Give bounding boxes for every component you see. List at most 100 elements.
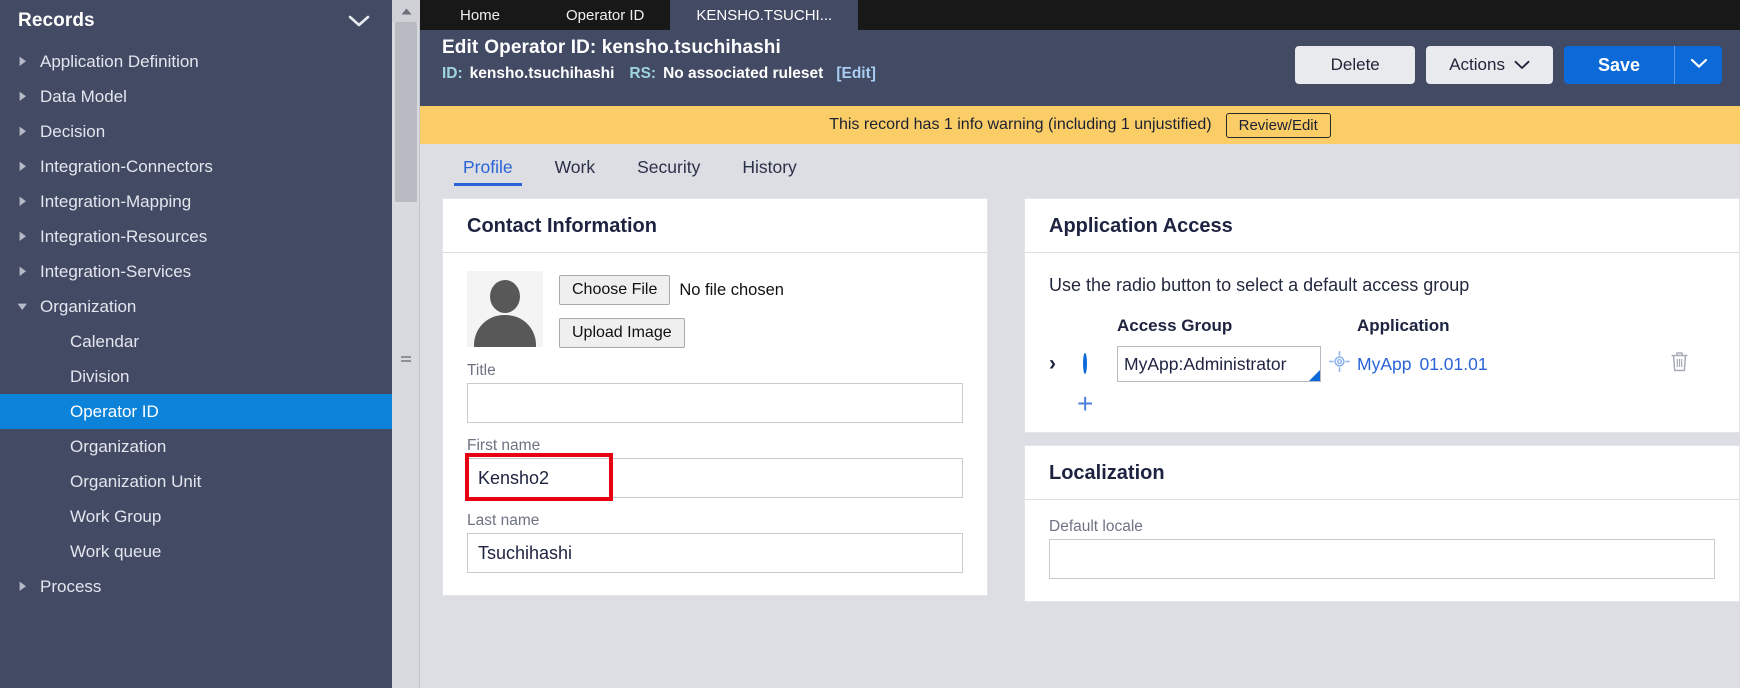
edit-ruleset-link[interactable]: [Edit] <box>836 65 876 83</box>
page-scrollbar[interactable] <box>392 0 420 688</box>
window-tab-kensho-tsuchi-[interactable]: KENSHO.TSUCHI... <box>670 0 859 30</box>
tab-label: Work <box>554 157 596 177</box>
chevron-down-icon[interactable] <box>348 15 370 27</box>
sidebar-item-integration-services[interactable]: Integration-Services <box>0 254 392 289</box>
tab-label: Security <box>637 157 701 177</box>
save-dropdown-caret[interactable] <box>1674 46 1722 84</box>
review-edit-button[interactable]: Review/Edit <box>1225 112 1331 138</box>
sidebar-item-label: Integration-Mapping <box>40 191 192 211</box>
field-first-name: First name Kensho2 <box>465 437 963 501</box>
chevron-right-icon[interactable]: › <box>1049 352 1056 375</box>
record-kind: Operator ID: kensho.tsuchihashi <box>484 37 781 58</box>
scrollbar-thumb[interactable] <box>395 22 417 202</box>
sidebar-item-label: Decision <box>40 121 106 141</box>
field-corner-marker-icon <box>1309 370 1320 381</box>
window-tab-label: Home <box>459 6 500 24</box>
form-content: Contact Information Choose File No file … <box>420 186 1740 688</box>
id-label: ID: <box>442 65 463 82</box>
choose-file-line: Choose File No file chosen <box>559 275 784 305</box>
sidebar-item-label: Data Model <box>40 86 127 106</box>
contact-card-body: Choose File No file chosen Upload Image … <box>443 253 987 595</box>
ruleset-value: No associated ruleset <box>663 65 824 82</box>
column-header-application: Application <box>1357 316 1450 335</box>
tab-label: Profile <box>463 157 513 177</box>
app-root: Records Application Definition Data Model… <box>0 0 1740 688</box>
sidebar-item-division[interactable]: Division <box>0 359 392 394</box>
contact-card-header: Contact Information <box>443 199 987 253</box>
tab-history[interactable]: History <box>721 157 817 186</box>
caret-right-icon <box>12 161 32 172</box>
window-tab-label: Operator ID <box>566 6 645 24</box>
target-icon[interactable] <box>1329 351 1350 376</box>
input-last-name[interactable]: Tsuchihashi <box>467 533 963 573</box>
sidebar-item-work-queue[interactable]: Work queue <box>0 534 392 569</box>
sidebar-item-process[interactable]: Process <box>0 569 392 604</box>
access-group-input[interactable]: MyApp:Administrator <box>1117 346 1321 382</box>
sidebar-item-work-group[interactable]: Work Group <box>0 499 392 534</box>
field-label: Last name <box>467 512 540 529</box>
left-column: Contact Information Choose File No file … <box>420 198 988 688</box>
sidebar-item-integration-connectors[interactable]: Integration-Connectors <box>0 149 392 184</box>
actions-button-label: Actions <box>1449 55 1505 74</box>
sidebar-item-calendar[interactable]: Calendar <box>0 324 392 359</box>
window-tab-home[interactable]: Home <box>420 0 540 30</box>
main-area: Home Operator ID KENSHO.TSUCHI... Edit Oper… <box>420 0 1740 688</box>
sidebar-header: Records <box>0 0 392 38</box>
caret-down-icon <box>12 302 32 311</box>
warning-text: This record has 1 info warning (includin… <box>829 116 1212 133</box>
application-access-note: Use the radio button to select a default… <box>1049 275 1470 295</box>
splitter-grip[interactable] <box>401 356 411 365</box>
tab-label: History <box>742 157 797 177</box>
sidebar-item-decision[interactable]: Decision <box>0 114 392 149</box>
save-button[interactable]: Save <box>1563 46 1674 84</box>
ruleset-label: RS: <box>629 65 657 82</box>
caret-right-icon <box>12 56 32 67</box>
default-locale-label: Default locale <box>1049 518 1143 535</box>
sidebar-item-organization-unit[interactable]: Organization Unit <box>0 464 392 499</box>
sidebar-item-integration-resources[interactable]: Integration-Resources <box>0 219 392 254</box>
application-access-header: Application Access <box>1025 199 1739 253</box>
sidebar-item-organization[interactable]: Organization <box>0 289 392 324</box>
contact-information-card: Contact Information Choose File No file … <box>442 198 988 596</box>
sidebar-item-label: Process <box>40 576 102 596</box>
record-header: Edit Operator ID: kensho.tsuchihashi ID: … <box>420 30 1740 106</box>
default-access-group-radio[interactable] <box>1083 353 1087 374</box>
sidebar-item-data-model[interactable]: Data Model <box>0 79 392 114</box>
user-avatar-icon <box>467 271 543 347</box>
column-header-access-group: Access Group <box>1117 316 1233 335</box>
tab-profile[interactable]: Profile <box>442 157 534 186</box>
application-link[interactable]: MyApp <box>1357 354 1411 374</box>
scroll-up-arrow-icon[interactable] <box>392 0 420 22</box>
tab-security[interactable]: Security <box>616 157 721 186</box>
upload-image-button[interactable]: Upload Image <box>559 318 685 348</box>
sidebar-item-application-definition[interactable]: Application Definition <box>0 44 392 79</box>
delete-button[interactable]: Delete <box>1295 46 1416 84</box>
plus-icon[interactable]: + <box>1077 388 1093 419</box>
input-title[interactable] <box>467 383 963 423</box>
access-group-row: › MyApp:Administrator MyApp 01.01.01 <box>1049 346 1715 382</box>
caret-right-icon <box>12 196 32 207</box>
choose-file-button[interactable]: Choose File <box>559 275 671 305</box>
sidebar-title: Records <box>18 10 95 31</box>
field-last-name: Last name Tsuchihashi <box>467 512 963 573</box>
tab-work[interactable]: Work <box>534 157 617 186</box>
input-first-name[interactable]: Kensho2 <box>467 458 963 498</box>
trash-icon[interactable] <box>1669 352 1690 377</box>
chevron-down-icon <box>1514 55 1530 75</box>
sidebar-item-integration-mapping[interactable]: Integration-Mapping <box>0 184 392 219</box>
window-tab-operator-id[interactable]: Operator ID <box>540 0 670 30</box>
warning-banner: This record has 1 info warning (includin… <box>420 106 1740 144</box>
sidebar-item-operator-id[interactable]: Operator ID <box>0 394 392 429</box>
application-version: 01.01.01 <box>1419 353 1488 374</box>
localization-title: Localization <box>1049 462 1165 484</box>
sidebar-item-label: Integration-Resources <box>40 226 208 246</box>
application-access-body: Use the radio button to select a default… <box>1025 253 1739 432</box>
contact-fields: Title First name Kensho2 Last name Tsuchihas… <box>465 362 963 573</box>
caret-right-icon <box>12 581 32 592</box>
actions-button[interactable]: Actions <box>1426 46 1553 84</box>
sidebar-item-organization[interactable]: Organization <box>0 429 392 464</box>
default-locale-input[interactable] <box>1049 539 1715 579</box>
contact-card-title: Contact Information <box>467 215 657 237</box>
column-gap <box>988 198 1024 688</box>
caret-right-icon <box>12 91 32 102</box>
